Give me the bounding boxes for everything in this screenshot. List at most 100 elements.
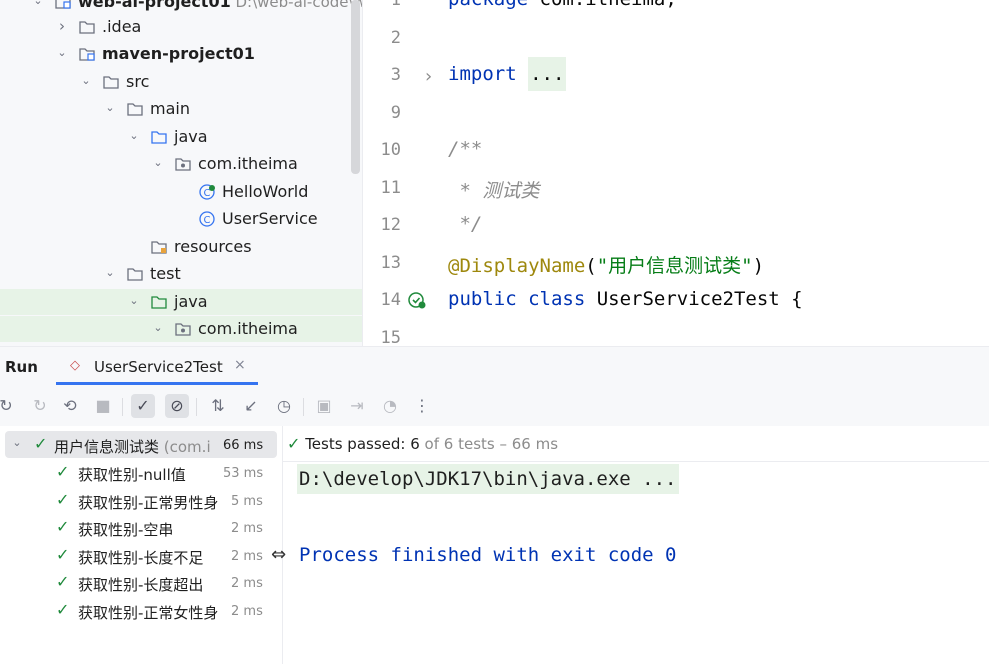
code-token: public class <box>448 288 597 310</box>
chevron-down-icon[interactable]: ⌄ <box>31 0 45 8</box>
tree-item-web-ai-project01[interactable]: ⌄ web-ai-project01 D:\web-ai-code\web- <box>0 0 362 15</box>
tree-item-label: maven-project01 <box>102 44 255 63</box>
code-line[interactable]: public class UserService2Test { <box>448 288 803 310</box>
module-icon <box>55 0 71 9</box>
code-token: package <box>448 0 540 10</box>
chevron-down-icon[interactable]: ⌄ <box>103 101 117 115</box>
code-line[interactable]: package com.itheima; <box>448 0 677 10</box>
show-passed-icon[interactable]: ✓ <box>131 394 155 418</box>
tree-item-java[interactable]: ⌄ java <box>0 289 362 315</box>
tree-item-maven-project01[interactable]: ⌄ maven-project01 <box>0 41 362 67</box>
tree-item-com-itheima[interactable]: ⌄ com.itheima <box>0 151 362 177</box>
line-number: 11 <box>380 178 401 198</box>
code-token: import <box>448 63 529 85</box>
check-icon: ✓ <box>34 434 48 453</box>
code-line[interactable]: import ... <box>448 57 567 91</box>
run-toolbar: ↻ ↻ ⟲ ■ ✓ ⊘ ⇅ ↙ ◷ ▣ ⇥ ◔ ⋮ <box>0 386 989 426</box>
camera-icon[interactable]: ▣ <box>312 394 336 418</box>
more-options-icon[interactable]: ⋮ <box>410 394 434 418</box>
rerun-auto-icon[interactable]: ⟲ <box>58 394 82 418</box>
chevron-down-icon[interactable]: ⌄ <box>79 74 93 88</box>
folded-imports[interactable]: ... <box>528 57 567 91</box>
rerun-failed-icon[interactable]: ↻ <box>28 394 52 418</box>
tree-item-label: UserService <box>222 209 318 228</box>
test-case-row[interactable]: ✓ 获取性别-正常女性身 2 ms <box>0 597 282 624</box>
line-number: 3 <box>390 65 401 85</box>
code-token: "用户信息测试类" <box>596 255 753 277</box>
chevron-down-icon[interactable]: ⌄ <box>127 129 141 143</box>
chevron-right-icon[interactable]: › <box>55 19 69 34</box>
folder-icon <box>127 266 143 281</box>
test-case-row[interactable]: ✓ 获取性别-长度不足 2 ms <box>0 542 282 569</box>
svg-text:C: C <box>204 188 211 199</box>
run-test-icon[interactable] <box>407 290 427 314</box>
sort-icon[interactable]: ⇅ <box>206 394 230 418</box>
tree-item-label: resources <box>174 237 252 256</box>
history-icon[interactable]: ◷ <box>272 394 296 418</box>
test-results-tree[interactable]: ⌄ ✓ 用户信息测试类 (com.i 66 ms ✓ 获取性别-null值 53 ms ✓ 获取… <box>0 426 282 664</box>
close-icon[interactable]: × <box>234 357 246 373</box>
test-case-row[interactable]: ✓ 获取性别-null值 53 ms <box>0 459 282 486</box>
code-line[interactable]: @DisplayName("用户信息测试类") <box>448 251 764 278</box>
resize-cursor-icon: ⇔ <box>271 544 287 565</box>
project-tree[interactable]: ⌄ web-ai-project01 D:\web-ai-code\web- › .i… <box>0 0 362 346</box>
test-case-label: 获取性别-正常女性身 <box>78 603 219 622</box>
test-duration: 2 ms <box>231 521 263 536</box>
tree-item-helloworld[interactable]: C HelloWorld <box>0 179 362 205</box>
tree-item-java[interactable]: ⌄ java <box>0 124 362 150</box>
resources-folder-icon <box>151 239 167 254</box>
tree-item-path: D:\web-ai-code\web- <box>235 0 362 11</box>
chevron-down-icon[interactable]: ⌄ <box>151 156 165 170</box>
test-diff-icon: ◇ <box>70 358 80 373</box>
tree-item-resources[interactable]: resources <box>0 234 362 260</box>
tab-userservice2test[interactable]: ◇ UserService2Test × <box>56 347 258 385</box>
tree-item-main[interactable]: ⌄ main <box>0 96 362 122</box>
code-line[interactable]: * 测试类 <box>448 176 539 203</box>
tree-scrollbar[interactable] <box>351 0 360 174</box>
toolbar-separator <box>303 398 304 416</box>
import-icon[interactable]: ⇥ <box>345 394 369 418</box>
test-suite-row[interactable]: ⌄ ✓ 用户信息测试类 (com.i 66 ms <box>5 431 277 458</box>
test-case-row[interactable]: ✓ 获取性别-正常男性身 5 ms <box>0 487 282 514</box>
command-line-text[interactable]: D:\develop\JDK17\bin\java.exe ... <box>297 464 679 494</box>
chevron-down-icon[interactable]: ⌄ <box>10 436 24 450</box>
show-ignored-icon[interactable]: ⊘ <box>165 394 189 418</box>
run-panel-title: Run <box>5 358 38 376</box>
test-duration: 2 ms <box>231 548 263 564</box>
check-icon: ✓ <box>56 572 70 591</box>
test-case-row[interactable]: ✓ 获取性别-长度超出 2 ms <box>0 569 282 596</box>
tree-item-userservice[interactable]: C UserService <box>0 206 362 232</box>
code-token: @DisplayName <box>448 255 586 277</box>
code-editor[interactable]: 1 package com.itheima; 2 3 › import ... 9 10 /**… <box>363 0 989 346</box>
test-suite-package: (com.i <box>163 438 211 456</box>
tree-item-src[interactable]: ⌄ src <box>0 69 362 95</box>
chevron-down-icon[interactable]: ⌄ <box>55 46 69 60</box>
test-folder-icon <box>151 294 167 309</box>
tree-item--idea[interactable]: › .idea <box>0 14 362 40</box>
console-output[interactable]: ✓ Tests passed: 6 of 6 tests – 66 ms D:\… <box>283 426 989 664</box>
tree-item-label: main <box>150 99 190 118</box>
stop-icon[interactable]: ■ <box>91 394 115 418</box>
tree-item-com-itheima[interactable]: ⌄ com.itheima <box>0 316 362 342</box>
rerun-icon[interactable]: ↻ <box>0 394 18 418</box>
tree-item-test[interactable]: ⌄ test <box>0 261 362 287</box>
check-icon: ✓ <box>287 434 301 453</box>
code-line[interactable]: */ <box>448 213 482 235</box>
chevron-down-icon[interactable]: ⌄ <box>103 266 117 280</box>
test-case-row[interactable]: ✓ 获取性别-空串 2 ms <box>0 514 282 541</box>
test-case-label: 获取性别-长度不足 <box>78 548 204 567</box>
tree-item-label: .idea <box>102 17 142 36</box>
tree-item-label: HelloWorld <box>222 182 309 201</box>
coverage-icon[interactable]: ◔ <box>378 394 402 418</box>
line-number: 15 <box>380 328 401 346</box>
chevron-down-icon[interactable]: ⌄ <box>127 294 141 308</box>
toolbar-separator <box>122 398 123 416</box>
collapse-icon[interactable]: ↙ <box>239 394 263 418</box>
code-line[interactable]: /** <box>448 138 482 160</box>
fold-chevron-icon[interactable]: › <box>425 66 432 87</box>
folder-icon <box>79 19 95 34</box>
check-icon: ✓ <box>56 462 70 481</box>
check-icon: ✓ <box>56 517 70 536</box>
chevron-down-icon[interactable]: ⌄ <box>151 321 165 335</box>
run-panel-header: Run ◇ UserService2Test × <box>0 346 989 387</box>
